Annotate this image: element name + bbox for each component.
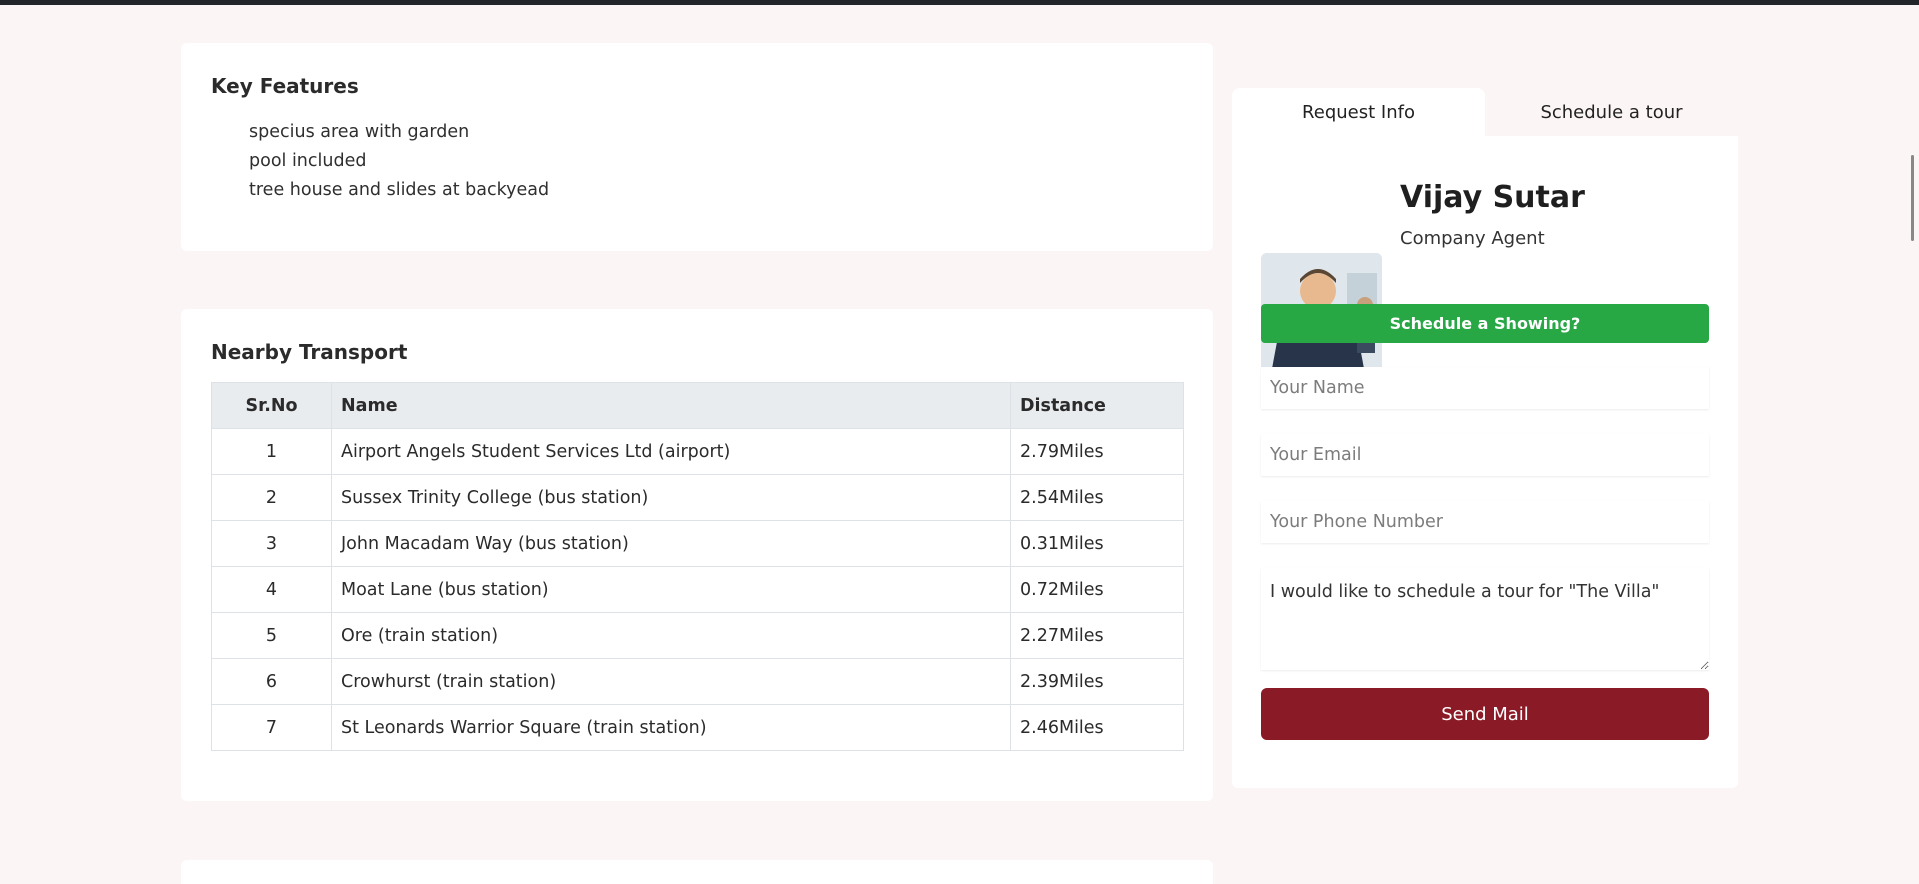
row-distance: 0.31Miles [1010,520,1184,567]
table-header-row: Sr.No Name Distance [211,382,1184,429]
key-features-list: specius area with garden pool included t… [249,118,549,205]
feature-item: specius area with garden [249,122,470,142]
row-srno: 4 [211,566,332,613]
table-row: 2 Sussex Trinity College (bus station) 2… [211,474,1184,521]
key-features-title: Key Features [211,74,359,98]
row-srno: 5 [211,612,332,659]
send-mail-button[interactable]: Send Mail [1261,688,1709,740]
row-name: St Leonards Warrior Square (train statio… [331,704,1011,751]
table-row: 3 John Macadam Way (bus station) 0.31Mil… [211,520,1184,567]
message-field[interactable]: I would like to schedule a tour for "The… [1261,568,1709,670]
feature-item: tree house and slides at backyead [249,180,550,200]
row-distance: 2.79Miles [1010,428,1184,475]
nearby-transport-title: Nearby Transport [211,340,408,364]
table-row: 4 Moat Lane (bus station) 0.72Miles [211,566,1184,613]
email-field[interactable] [1261,434,1709,476]
row-name: Ore (train station) [331,612,1011,659]
table-row: 1 Airport Angels Student Services Ltd (a… [211,428,1184,475]
row-name: Moat Lane (bus station) [331,566,1011,613]
table-row: 5 Ore (train station) 2.27Miles [211,612,1184,659]
next-section-card [181,860,1213,884]
transport-table: Sr.No Name Distance 1 Airport Angels Stu… [211,382,1184,751]
agent-name: Vijay Sutar [1400,180,1585,215]
header-distance: Distance [1010,382,1184,429]
contact-tabs: Request Info Schedule a tour [1232,88,1738,136]
row-name: John Macadam Way (bus station) [331,520,1011,567]
row-distance: 2.54Miles [1010,474,1184,521]
page-scrollbar[interactable] [1911,155,1914,241]
tab-schedule-tour[interactable]: Schedule a tour [1485,88,1738,136]
nearby-transport-card: Nearby Transport Sr.No Name Distance 1 A… [181,309,1213,801]
row-srno: 6 [211,658,332,705]
row-srno: 2 [211,474,332,521]
phone-field[interactable] [1261,501,1709,543]
row-srno: 3 [211,520,332,567]
contact-sidebar: Request Info Schedule a tour Vijay Sutar… [1232,88,1738,788]
table-row: 6 Crowhurst (train station) 2.39Miles [211,658,1184,705]
row-distance: 2.46Miles [1010,704,1184,751]
agent-role: Company Agent [1400,228,1545,249]
row-srno: 7 [211,704,332,751]
header-name: Name [331,382,1011,429]
header-srno: Sr.No [211,382,332,429]
row-name: Sussex Trinity College (bus station) [331,474,1011,521]
row-name: Airport Angels Student Services Ltd (air… [331,428,1011,475]
key-features-card: Key Features specius area with garden po… [181,43,1213,251]
row-distance: 2.39Miles [1010,658,1184,705]
tab-request-info[interactable]: Request Info [1232,88,1485,136]
schedule-showing-button[interactable]: Schedule a Showing? [1261,304,1709,343]
row-name: Crowhurst (train station) [331,658,1011,705]
row-distance: 2.27Miles [1010,612,1184,659]
row-distance: 0.72Miles [1010,566,1184,613]
row-srno: 1 [211,428,332,475]
feature-item: pool included [249,151,367,171]
name-field[interactable] [1261,367,1709,409]
table-row: 7 St Leonards Warrior Square (train stat… [211,704,1184,751]
top-bar [0,0,1919,5]
